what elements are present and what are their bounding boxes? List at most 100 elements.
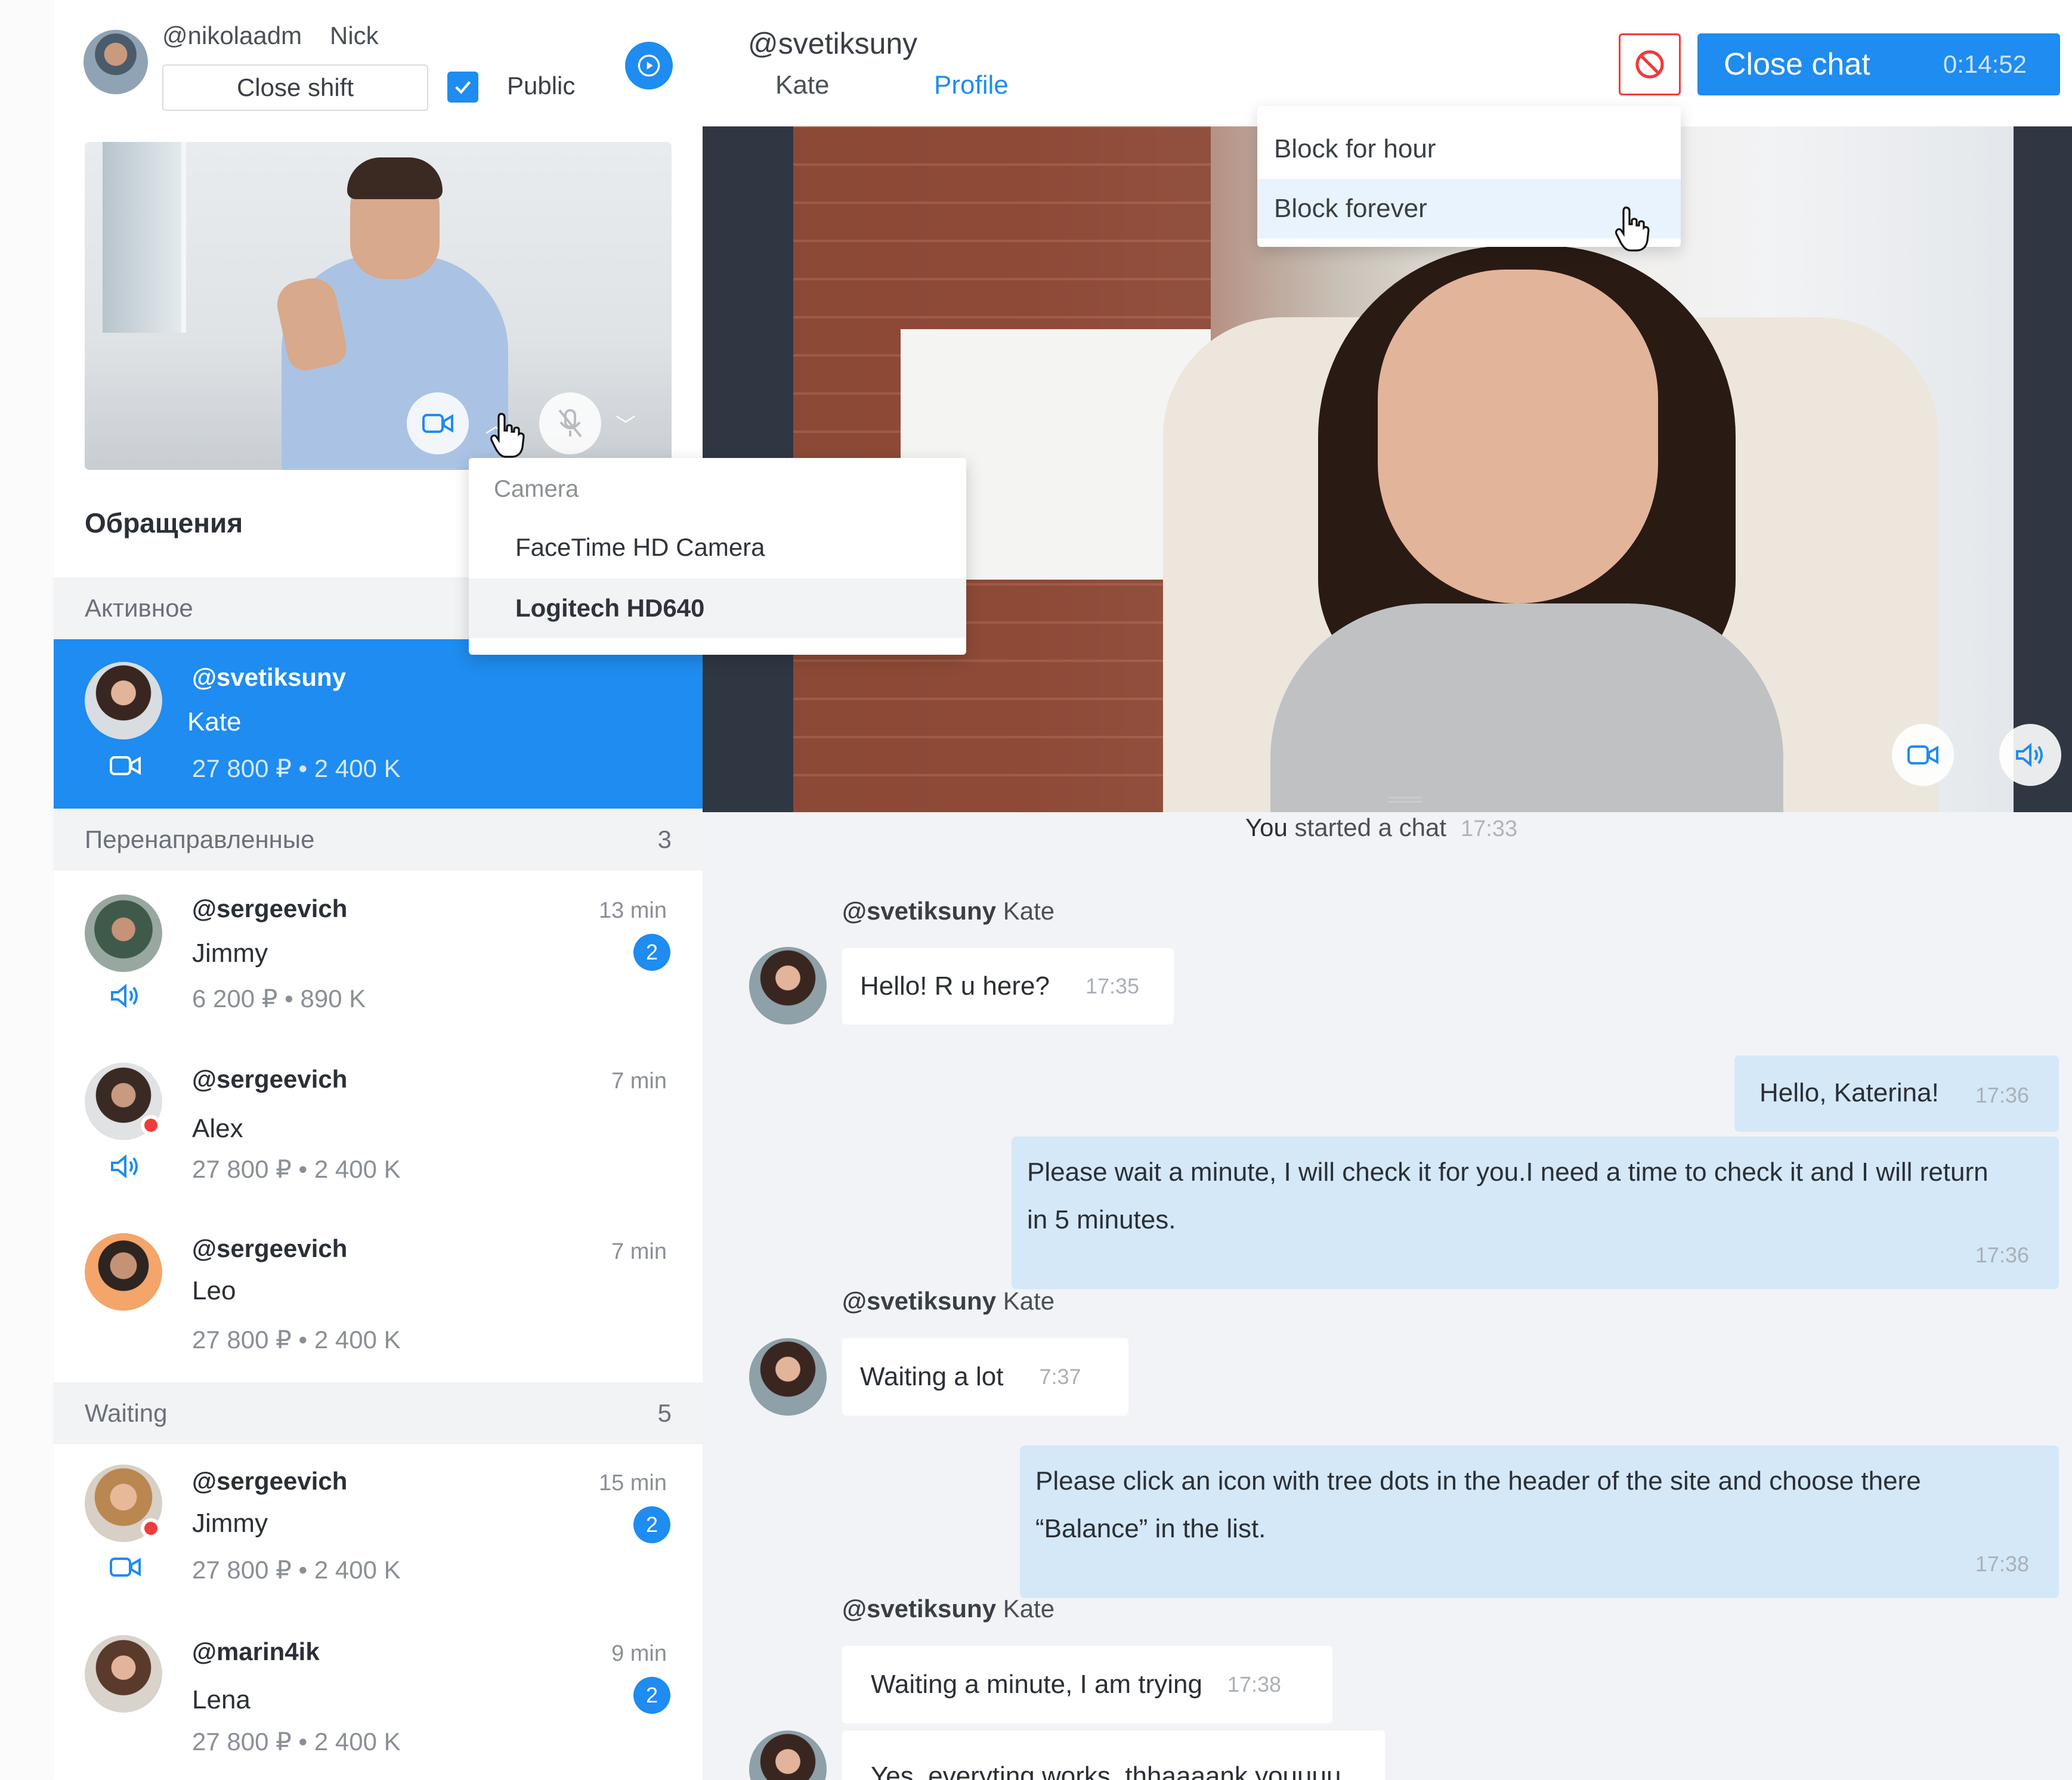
chevron-down-icon[interactable]: ﹀ [616,409,636,438]
camera-option-facetime[interactable]: FaceTime HD Camera [469,518,966,577]
recording-indicator [141,1518,161,1538]
outgoing-message: Please wait a minute, I will check it fo… [1012,1137,2059,1289]
video-camera-icon [1907,745,1938,764]
sender-line: @svetiksuny Kate [842,897,1054,925]
video-camera-icon [109,1555,142,1582]
chat-handle: @sergeevich [192,1234,348,1262]
remote-camera-button[interactable] [1892,724,1954,786]
chat-list-item-active[interactable]: @svetiksuny Kate 27 800 ₽ • 2 400 K [54,639,703,809]
message-time: 17:38 [1227,1672,1282,1697]
chat-name: Lena [192,1685,251,1714]
unread-badge: 2 [633,1506,670,1543]
start-button[interactable] [625,42,673,89]
operator-avatar[interactable] [84,30,148,94]
chat-stats: 27 800 ₽ • 2 400 K [192,1326,401,1354]
chat-messages: You started a chat 17:33 @svetiksuny Kate… [703,812,2072,1780]
chat-list-item[interactable]: @sergeevich Jimmy 6 200 ₽ • 890 K 13 min… [54,871,703,1041]
chat-handle: @marin4ik [192,1637,320,1666]
tab-chat[interactable]: Kate [775,70,830,100]
resize-handle[interactable] [1388,797,1422,803]
avatar [85,1635,162,1713]
group-label: Перенаправленные [85,825,315,853]
remote-sound-button[interactable] [1999,724,2061,786]
message-time: 17:36 [1975,1083,2029,1107]
wait-time: 7 min [611,1069,667,1094]
avatar [85,1233,162,1311]
camera-toggle-button[interactable] [407,392,469,454]
group-header-waiting: Waiting 5 [54,1382,703,1444]
camera-option-logitech[interactable]: Logitech HD640 [469,578,966,638]
sender-handle: @svetiksuny [842,897,997,925]
speaker-icon [2016,742,2043,767]
public-label: Public [507,72,576,100]
message-time: 17:33 [1461,816,1518,841]
close-chat-label: Close chat [1724,47,1870,82]
play-icon [638,54,660,77]
sender-handle: @svetiksuny [842,1595,997,1623]
close-chat-button[interactable]: Close chat 0:14:52 [1697,33,2060,95]
incoming-message: Hello! R u here? 17:35 [842,948,1174,1024]
chat-stats: 6 200 ₽ • 890 K [192,985,366,1013]
group-label: Waiting [85,1399,168,1427]
recording-indicator [141,1115,161,1135]
message-text: Yes, everyting works, thhaaaank youuuu [871,1762,1341,1780]
avatar [749,1731,827,1780]
chat-name: Leo [192,1276,236,1305]
checkmark-icon [455,81,471,94]
chat-name: Alex [192,1114,243,1143]
outgoing-message: Hello, Katerina! 17:36 [1734,1055,2059,1132]
group-header-redirected: Перенаправленные 3 [54,809,703,871]
chat-list-item[interactable]: @sergeevich Alex 27 800 ₽ • 2 400 K 7 mi… [54,1041,703,1212]
outgoing-message: Please click an icon with tree dots in t… [1020,1445,2059,1598]
hand-cursor-icon [490,413,525,458]
close-shift-button[interactable]: Close shift [162,64,428,111]
incoming-message: Waiting a lot 7:37 [842,1338,1128,1416]
chat-name: Jimmy [192,939,268,968]
sender-line: @svetiksuny Kate [842,1287,1054,1315]
sender-name: Kate [1003,1287,1055,1315]
video-camera-icon [109,754,142,781]
message-time: 17:36 [1975,1243,2029,1267]
message-text: Please click an icon with tree dots in t… [1035,1466,1921,1543]
chat-handle: @sergeevich [192,894,348,922]
video-camera-icon [422,414,453,433]
message-time: 17:35 [1085,974,1140,998]
chat-stats: 27 800 ₽ • 2 400 K [192,1155,401,1183]
mic-toggle-button[interactable] [539,392,601,454]
operator-handle: @nikolaadm [162,21,302,49]
chat-list-item[interactable]: @sergeevich Leo 27 800 ₽ • 2 400 K 7 min [54,1212,703,1382]
group-count: 5 [657,1399,672,1427]
speaker-icon [109,1153,142,1182]
tab-profile[interactable]: Profile [934,70,1009,100]
wait-time: 13 min [598,898,667,923]
sender-name: Kate [1003,897,1055,925]
system-message-text: started a chat [1287,813,1447,841]
chat-name: Jimmy [192,1509,268,1538]
client-figure [1270,603,1783,812]
camera-select-menu: Camera FaceTime HD Camera Logitech HD640 [469,458,966,655]
block-for-hour-option[interactable]: Block for hour [1257,119,1681,179]
group-count: 3 [657,825,672,853]
chat-stats: 27 800 ₽ • 2 400 K [192,1556,401,1584]
block-user-button[interactable] [1619,33,1681,95]
sender-line: @svetiksuny Kate [842,1595,1054,1623]
avatar [85,662,162,739]
message-text: Hello! R u here? [860,971,1050,1001]
chat-list-item[interactable]: @sergeevich Jimmy 27 800 ₽ • 2 400 K 15 … [54,1444,703,1615]
chat-list-item[interactable]: @marin4ik Lena 27 800 ₽ • 2 400 K 9 min … [54,1615,703,1780]
public-checkbox[interactable] [447,72,478,103]
chat-handle: @sergeevich [192,1467,348,1495]
client-face [1378,270,1658,603]
window-background [103,142,186,333]
message-time: 17:38 [1975,1552,2029,1576]
group-label: Активное [85,594,193,622]
chat-handle: @svetiksuny [192,663,347,691]
avatar [749,1338,827,1416]
wait-time: 15 min [598,1471,667,1496]
unread-badge: 2 [633,1677,670,1714]
unread-badge: 2 [633,934,670,971]
message-text: Hello, Katerina! [1759,1078,1939,1107]
chat-name: Kate [187,707,242,736]
system-message: You started a chat 17:33 [1245,813,1517,842]
chat-handle: @sergeevich [192,1065,348,1093]
